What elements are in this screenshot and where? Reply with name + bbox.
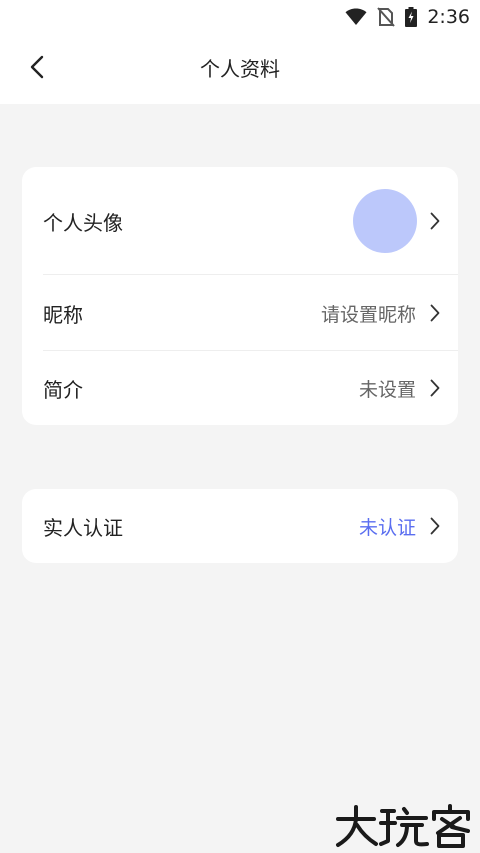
verification-status: 未认证 [358,516,416,539]
nickname-row[interactable]: 昵称 请设置昵称 [22,275,458,351]
bio-value: 未设置 [358,378,416,401]
avatar-row[interactable]: 个人头像 [22,167,458,275]
wifi-icon [345,8,367,26]
avatar[interactable] [353,189,417,253]
navigation-bar: 个人资料 [0,34,480,104]
page-title: 个人资料 [200,57,280,81]
verification-label: 实人认证 [43,515,123,540]
top-bar: 2:36 个人资料 [0,0,480,104]
watermark-logo [334,801,474,849]
status-time: 2:36 [427,6,470,28]
battery-charging-icon [405,7,418,27]
verification-card: 实人认证 未认证 [22,489,458,563]
nickname-value: 请设置昵称 [320,303,416,326]
nickname-label: 昵称 [43,302,83,327]
no-sim-icon [377,7,396,27]
status-bar: 2:36 [0,0,480,34]
chevron-right-icon [428,303,442,323]
watermark-logo-graphic [336,804,470,848]
back-button[interactable] [20,52,54,86]
verification-row[interactable]: 实人认证 未认证 [22,489,458,563]
chevron-right-icon [428,516,442,536]
bio-label: 简介 [43,377,83,402]
avatar-label: 个人头像 [43,210,123,235]
profile-card: 个人头像 昵称 请设置昵称 简介 未设置 [22,167,458,425]
bio-row[interactable]: 简介 未设置 [22,351,458,425]
chevron-right-icon [428,211,442,231]
chevron-right-icon [428,378,442,398]
chevron-left-icon [30,55,44,83]
